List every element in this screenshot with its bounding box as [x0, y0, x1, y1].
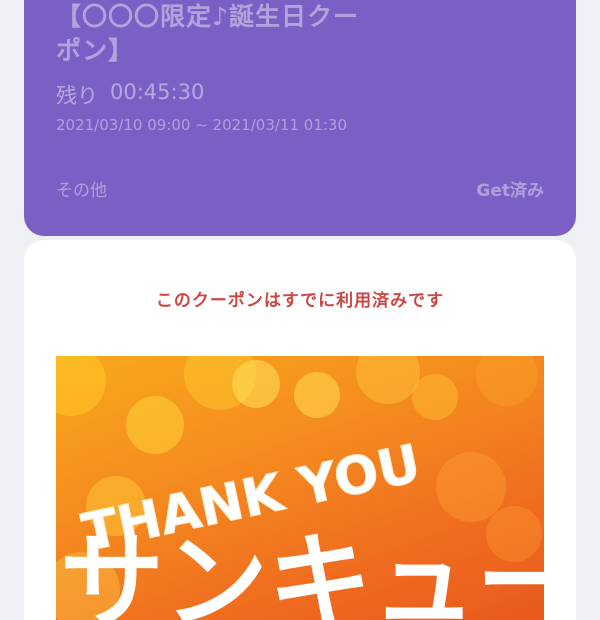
coupon-detail-card: このクーポンはすでに利用済みです THANK YOU サンキュー	[24, 240, 576, 620]
coupon-title: 【〇〇〇限定♪誕生日クー ポン】	[56, 2, 359, 65]
remaining-time: 00:45:30	[110, 80, 205, 104]
remaining-time-row: 残り 00:45:30	[56, 80, 204, 110]
used-message: このクーポンはすでに利用済みです	[155, 291, 445, 311]
other-button[interactable]: その他	[56, 176, 107, 201]
banner-text-layer: THANK YOU サンキュー	[60, 433, 544, 620]
coupon-card: 【〇〇〇限定♪誕生日クー ポン】 残り 00:45:30 2021/03/10 …	[24, 0, 576, 236]
remaining-label: 残り	[56, 84, 98, 108]
thank-you-banner-image: THANK YOU サンキュー	[56, 356, 544, 620]
get-status-label: Get済み	[476, 181, 544, 201]
validity-period: 2021/03/10 09:00 ~ 2021/03/11 01:30	[56, 116, 348, 134]
sankyu-text: サンキュー	[60, 521, 544, 620]
